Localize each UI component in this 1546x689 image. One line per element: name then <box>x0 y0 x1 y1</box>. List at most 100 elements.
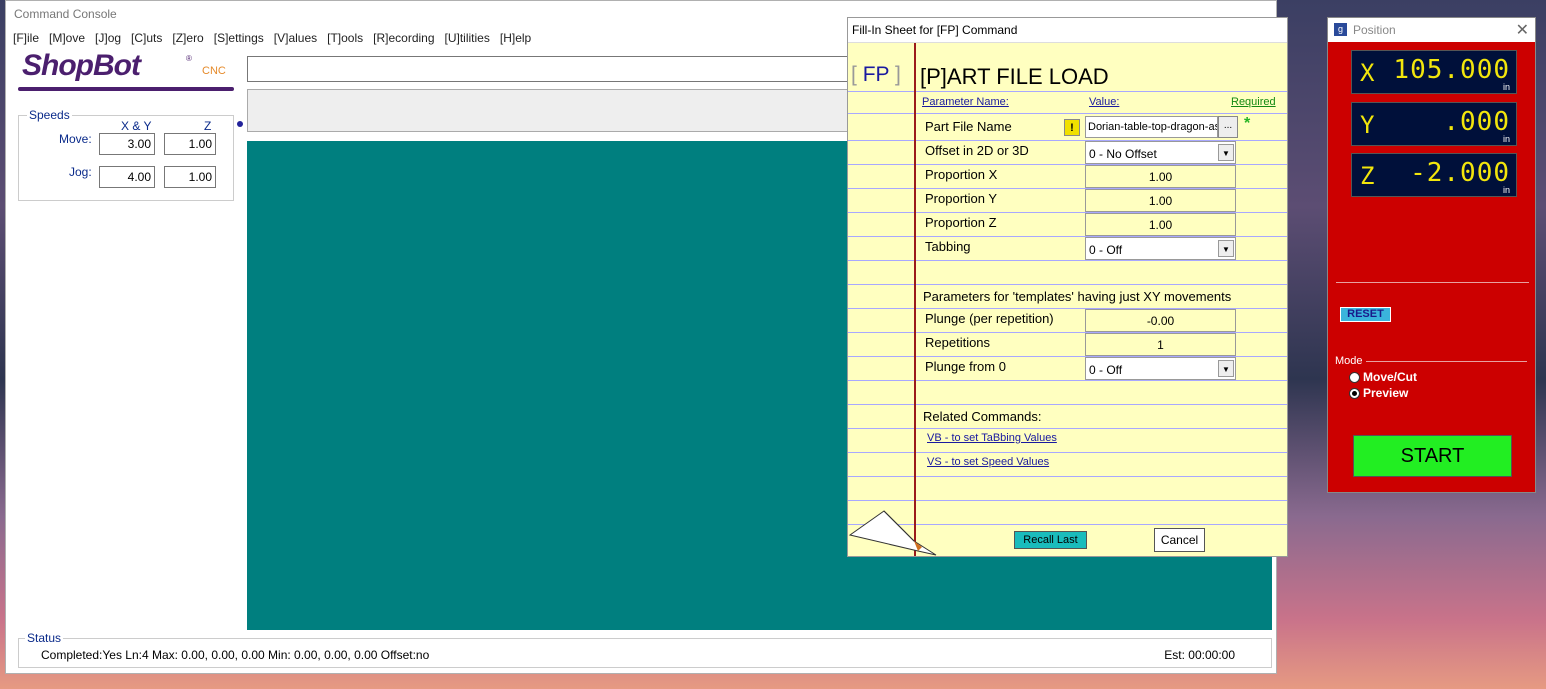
logo-cnc: CNC <box>202 65 226 77</box>
logo-registered: ® <box>186 54 192 63</box>
command-bracket-open: [ <box>851 63 857 86</box>
mode-divider <box>1366 361 1527 362</box>
close-icon[interactable]: ✕ <box>1516 20 1529 40</box>
col-required: Required <box>1231 96 1276 108</box>
jog-speed-label: Jog: <box>69 165 92 179</box>
param-label-tabbing: Tabbing <box>925 239 971 254</box>
separator <box>1336 282 1529 283</box>
x-value: 105.000 <box>1393 55 1510 85</box>
link-vs-speed[interactable]: VS - to set Speed Values <box>927 456 1049 468</box>
y-unit: in <box>1502 134 1510 144</box>
command-code: [ FP ] <box>851 63 901 87</box>
plunge-field[interactable]: -0.00 <box>1085 309 1236 332</box>
menu-cuts[interactable]: [C]uts <box>126 29 167 47</box>
chevron-down-icon[interactable]: ▼ <box>1218 240 1234 257</box>
col-value: Value: <box>1089 96 1120 108</box>
menu-settings[interactable]: [S]ettings <box>209 29 269 47</box>
page-curl-icon <box>848 510 937 556</box>
repetitions-field[interactable]: 1 <box>1085 333 1236 356</box>
param-label-offset: Offset in 2D or 3D <box>925 143 1029 158</box>
chevron-down-icon[interactable]: ▼ <box>1218 144 1234 161</box>
chevron-down-icon[interactable]: ▼ <box>1218 360 1234 377</box>
param-label-proportion-x: Proportion X <box>925 167 998 182</box>
speeds-panel: Speeds X & Y Z Move: Jog: 3.00 1.00 4.00… <box>18 108 234 201</box>
cancel-button[interactable]: Cancel <box>1154 528 1205 552</box>
offset-dropdown-value: 0 - No Offset <box>1089 147 1157 161</box>
param-label-proportion-z: Proportion Z <box>925 215 997 230</box>
mode-preview-label[interactable]: Preview <box>1363 386 1408 400</box>
margin-line <box>914 43 916 556</box>
col-parameter-name: Parameter Name: <box>922 96 1009 108</box>
menu-recording[interactable]: [R]ecording <box>368 29 439 47</box>
mode-move-cut-label[interactable]: Move/Cut <box>1363 370 1417 384</box>
position-window: g Position ✕ X 105.000 in Y .000 in Z -2… <box>1327 17 1536 493</box>
jog-z-speed-field[interactable]: 1.00 <box>164 166 216 188</box>
menu-bar: [F]ile [M]ove [J]og [C]uts [Z]ero [S]ett… <box>6 29 536 47</box>
plunge-from-0-value: 0 - Off <box>1089 363 1123 377</box>
reset-button[interactable]: RESET <box>1340 307 1391 322</box>
mode-preview-radio[interactable] <box>1349 388 1360 399</box>
recall-last-button[interactable]: Recall Last <box>1014 531 1087 549</box>
param-label-proportion-y: Proportion Y <box>925 191 998 206</box>
move-speed-label: Move: <box>59 132 92 146</box>
command-heading: [P]ART FILE LOAD <box>920 64 1109 89</box>
status-estimate: Est: 00:00:00 <box>1164 648 1235 662</box>
offset-dropdown[interactable]: 0 - No Offset ▼ <box>1085 141 1236 164</box>
mode-label: Mode <box>1335 355 1363 367</box>
status-text: Completed:Yes Ln:4 Max: 0.00, 0.00, 0.00… <box>41 648 430 662</box>
fill-in-sheet-dialog: Fill-In Sheet for [FP] Command [ FP ] [P… <box>847 17 1288 557</box>
menu-values[interactable]: [V]alues <box>269 29 322 47</box>
tabbing-dropdown[interactable]: 0 - Off ▼ <box>1085 237 1236 260</box>
fill-in-titlebar: Fill-In Sheet for [FP] Command <box>848 18 1287 43</box>
position-titlebar: g Position ✕ <box>1328 18 1535 42</box>
tabbing-dropdown-value: 0 - Off <box>1089 243 1123 257</box>
menu-utilities[interactable]: [U]tilities <box>440 29 495 47</box>
status-panel: Status Completed:Yes Ln:4 Max: 0.00, 0.0… <box>18 631 1272 668</box>
proportion-y-field[interactable]: 1.00 <box>1085 189 1236 212</box>
x-unit: in <box>1502 82 1510 92</box>
related-commands-label: Related Commands: <box>923 409 1042 424</box>
z-axis-label: Z <box>1360 162 1375 190</box>
proportion-z-field[interactable]: 1.00 <box>1085 213 1236 236</box>
proportion-x-field[interactable]: 1.00 <box>1085 165 1236 188</box>
fill-in-title: Fill-In Sheet for [FP] Command <box>852 23 1018 37</box>
shopbot-logo: ShopBot ® CNC <box>18 49 236 93</box>
speeds-legend: Speeds <box>27 108 72 122</box>
file-name-field[interactable]: Dorian-table-top-dragon-asp <box>1085 116 1218 138</box>
speeds-col-z: Z <box>204 119 212 133</box>
param-label-plunge-from-0: Plunge from 0 <box>925 359 1006 374</box>
browse-button[interactable]: ... <box>1218 116 1238 138</box>
y-readout: Y .000 in <box>1351 102 1517 146</box>
x-axis-label: X <box>1360 59 1375 87</box>
x-readout: X 105.000 in <box>1351 50 1517 94</box>
speeds-col-xy: X & Y <box>121 119 152 133</box>
link-vb-tabbing[interactable]: VB - to set TaBbing Values <box>927 432 1057 444</box>
param-label-file-name: Part File Name <box>925 119 1012 134</box>
z-value: -2.000 <box>1410 158 1510 188</box>
move-xy-speed-field[interactable]: 3.00 <box>99 133 155 155</box>
logo-underline <box>18 87 234 91</box>
command-input[interactable] <box>247 56 857 82</box>
menu-file[interactable]: [F]ile <box>6 29 44 47</box>
status-legend: Status <box>25 631 64 645</box>
command-code-text: FP <box>862 63 890 86</box>
warning-icon[interactable]: ! <box>1064 119 1080 136</box>
templates-note: Parameters for 'templates' having just X… <box>923 289 1232 304</box>
mode-move-cut-radio[interactable] <box>1349 372 1360 383</box>
console-title: Command Console <box>14 7 117 21</box>
start-button[interactable]: START <box>1353 435 1512 477</box>
command-bracket-close: ] <box>895 63 901 86</box>
plunge-from-0-dropdown[interactable]: 0 - Off ▼ <box>1085 357 1236 380</box>
jog-xy-speed-field[interactable]: 4.00 <box>99 166 155 188</box>
move-z-speed-field[interactable]: 1.00 <box>164 133 216 155</box>
menu-move[interactable]: [M]ove <box>44 29 90 47</box>
menu-zero[interactable]: [Z]ero <box>167 29 208 47</box>
z-unit: in <box>1502 185 1510 195</box>
menu-jog[interactable]: [J]og <box>90 29 126 47</box>
menu-help[interactable]: [H]elp <box>495 29 536 47</box>
command-output <box>247 89 857 132</box>
param-label-plunge: Plunge (per repetition) <box>925 311 1054 326</box>
y-axis-label: Y <box>1360 111 1375 139</box>
required-star-icon: * <box>1244 115 1251 132</box>
menu-tools[interactable]: [T]ools <box>322 29 368 47</box>
